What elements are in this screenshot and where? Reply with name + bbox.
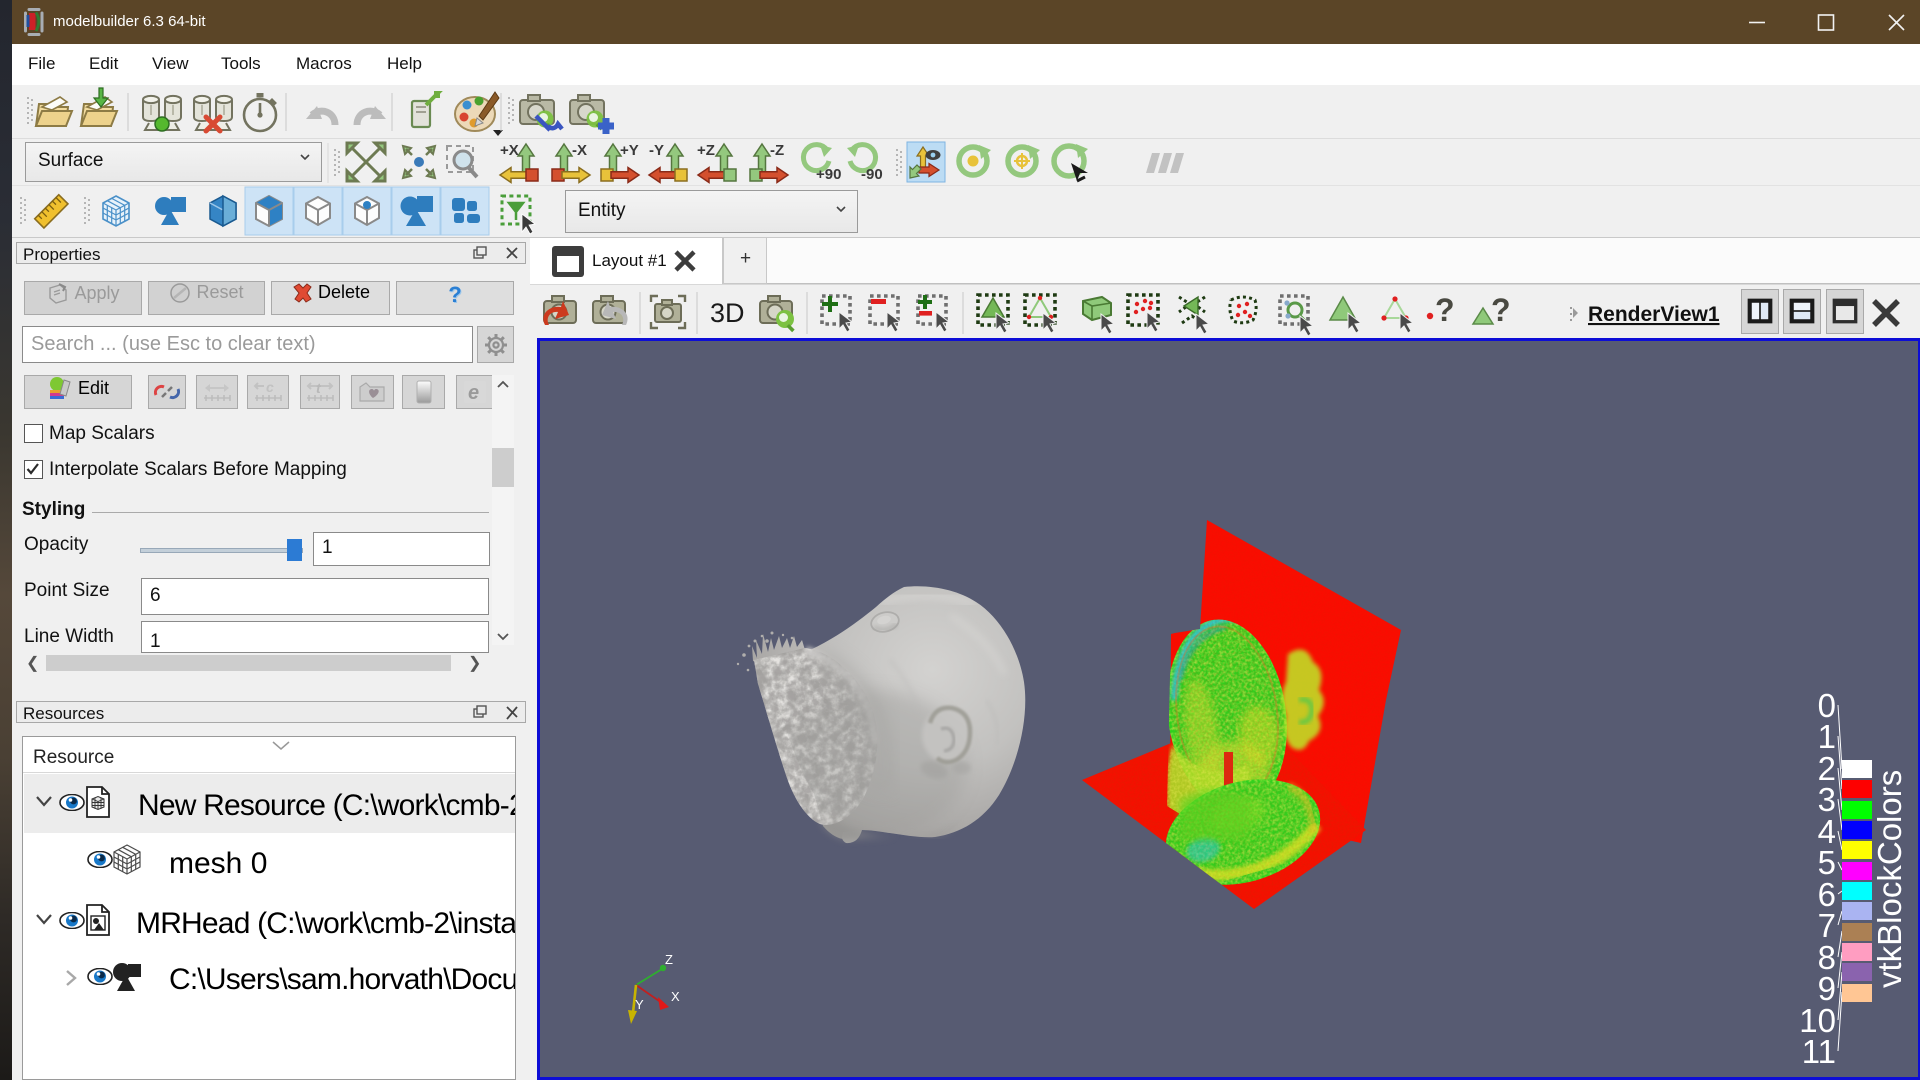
svg-text:?: ?: [1491, 292, 1511, 328]
svg-text:+X: +X: [500, 142, 519, 159]
svg-text:+Z: +Z: [697, 142, 715, 159]
svg-text:+Y: +Y: [620, 142, 639, 159]
svg-text:RenderView1: RenderView1: [1588, 303, 1720, 326]
svg-text:t: t: [316, 380, 322, 396]
svg-text:X: X: [671, 989, 680, 1004]
svg-text:vtkBlockColors: vtkBlockColors: [1871, 770, 1908, 988]
svg-text:3D: 3D: [710, 298, 745, 328]
svg-text:e: e: [468, 382, 479, 404]
svg-text:-Z: -Z: [770, 142, 784, 159]
svg-text:-Y: -Y: [649, 142, 664, 159]
svg-text:Z: Z: [665, 952, 673, 967]
svg-text:-X: -X: [572, 142, 587, 159]
svg-text:?: ?: [1435, 292, 1455, 328]
svg-text:c: c: [266, 380, 274, 395]
svg-text:11: 11: [1802, 1033, 1836, 1070]
svg-text:Y: Y: [635, 997, 644, 1012]
svg-text:-90: -90: [861, 166, 883, 183]
svg-text:+90: +90: [816, 166, 841, 183]
